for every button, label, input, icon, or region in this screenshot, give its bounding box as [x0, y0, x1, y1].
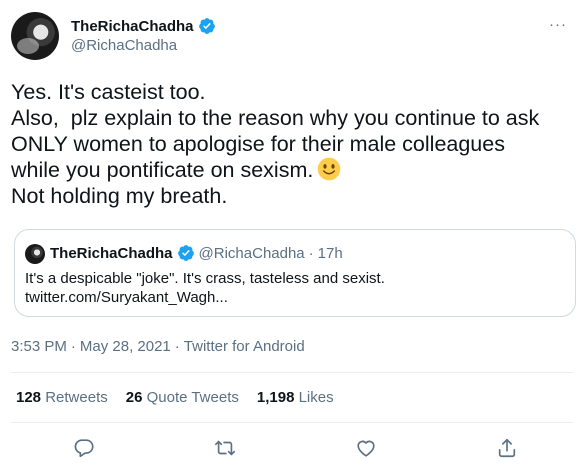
- more-options-icon[interactable]: ···: [549, 16, 567, 33]
- retweets-label: Retweets: [45, 389, 108, 406]
- reply-icon: [74, 439, 94, 458]
- tweet-line: Yes. It's casteist too.: [11, 80, 206, 104]
- separator-dot: ·: [308, 244, 314, 262]
- tweet-source-app[interactable]: Twitter for Android: [184, 338, 305, 355]
- tweet-line: ONLY women to apologise for their male c…: [11, 132, 505, 156]
- quote-tweets-label: Quote Tweets: [146, 389, 239, 406]
- quote-tweets-stat[interactable]: 26 Quote Tweets: [126, 389, 239, 406]
- smiling-face-emoji-icon: [318, 157, 341, 181]
- tweet-actions: [0, 434, 583, 464]
- retweet-button[interactable]: [211, 434, 239, 462]
- heart-icon: [357, 440, 375, 457]
- quoted-display-name: TheRichaChadha: [50, 244, 173, 262]
- quoted-author-avatar: [25, 244, 45, 264]
- divider: [11, 372, 573, 373]
- tweet-line-with-emoji: while you pontificate on sexism.: [11, 157, 571, 183]
- quote-tweets-count: 26: [125, 389, 143, 406]
- divider: [11, 422, 573, 423]
- quoted-link: twitter.com/Suryakant_Wagh...: [25, 289, 228, 306]
- author-name-row: TheRichaChadha: [71, 17, 216, 35]
- likes-label: Likes: [298, 389, 334, 406]
- quoted-text: It's a despicable "joke". It's crass, ta…: [25, 269, 385, 307]
- likes-count: 1,198: [256, 389, 295, 406]
- author-avatar[interactable]: [11, 12, 59, 60]
- quoted-handle: @RichaChadha: [198, 244, 305, 262]
- tweet-line: Also, plz explain to the reason why you …: [11, 106, 540, 130]
- verified-badge-icon: [198, 18, 215, 34]
- tweet-text: Yes. It's casteist too. Also, plz explai…: [11, 79, 571, 209]
- tweet-date[interactable]: May 28, 2021: [80, 338, 171, 355]
- tweet-card: TheRichaChadha @RichaChadha ··· Yes. It'…: [0, 0, 583, 470]
- separator-dot: ·: [70, 338, 76, 355]
- reply-button[interactable]: [70, 434, 98, 462]
- quoted-time: 17h: [317, 244, 343, 262]
- quoted-text-line: It's a despicable "joke". It's crass, ta…: [25, 270, 385, 287]
- tweet-time[interactable]: 3:53 PM: [11, 338, 67, 355]
- likes-stat[interactable]: 1,198 Likes: [257, 389, 334, 406]
- share-icon: [498, 438, 516, 458]
- tweet-line: Not holding my breath.: [11, 184, 228, 208]
- quoted-tweet-header: TheRichaChadha @RichaChadha · 17h: [50, 244, 343, 262]
- author-display-name[interactable]: TheRichaChadha: [71, 18, 194, 35]
- verified-badge-icon: [177, 245, 194, 261]
- tweet-line: while you pontificate on sexism.: [11, 158, 314, 182]
- retweets-stat[interactable]: 128 Retweets: [16, 389, 108, 406]
- tweet-meta: 3:53 PM · May 28, 2021 · Twitter for And…: [11, 338, 305, 355]
- separator-dot: ·: [174, 338, 180, 355]
- retweets-count: 128: [16, 389, 42, 406]
- quoted-tweet[interactable]: TheRichaChadha @RichaChadha · 17h It's a…: [14, 229, 576, 317]
- retweet-icon: [215, 440, 235, 456]
- author-handle[interactable]: @RichaChadha: [71, 37, 177, 54]
- tweet-stats: 128 Retweets 26 Quote Tweets 1,198 Likes: [16, 389, 352, 406]
- share-button[interactable]: [493, 434, 521, 462]
- like-button[interactable]: [352, 434, 380, 462]
